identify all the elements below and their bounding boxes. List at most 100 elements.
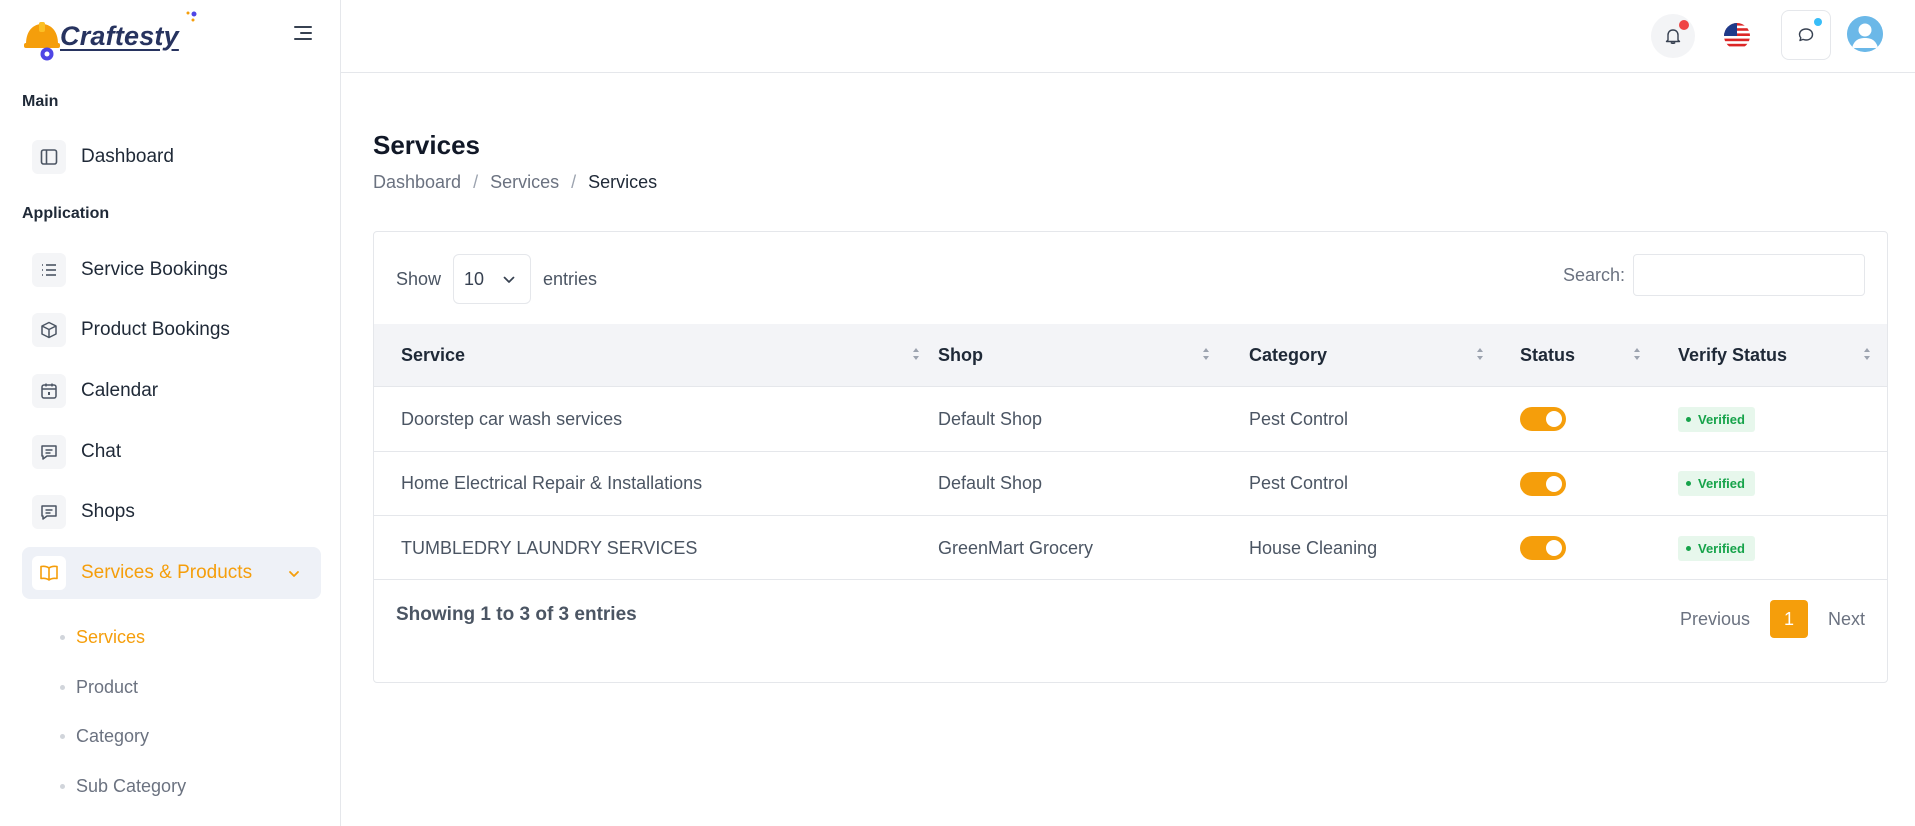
sort-icon [1477,348,1483,360]
search-label: Search: [1562,264,1625,285]
verified-badge: Verified [1678,406,1755,432]
us-flag-icon [1724,23,1750,49]
sidebar-subitem-label: Sub Category [76,776,187,796]
sidebar-subitem-product[interactable]: Product [60,677,138,698]
calendar-icon [32,374,66,408]
page-button-1[interactable]: 1 [1769,600,1808,638]
sidebar-item-dashboard[interactable]: Dashboard [22,131,321,183]
sidebar-item-product-bookings[interactable]: Product Bookings [22,304,321,356]
cell-shop: GreenMart Grocery [938,537,1094,558]
column-header-label: Verify Status [1678,344,1788,365]
sidebar-subitem-sub-category[interactable]: Sub Category [60,776,186,797]
column-header-label: Shop [938,344,983,365]
sidebar-item-label: Service Bookings [81,259,228,280]
page-length-select[interactable]: 10 [453,254,532,304]
cell-verify-status: Verified [1678,516,1755,580]
section-main: Main [22,93,59,110]
sidebar-subitem-label: Product [76,677,139,697]
previous-button[interactable]: Previous [1680,609,1750,630]
pagination: Previous 1 Next [1680,600,1865,638]
sort-icon [1864,348,1870,360]
chevron-down-icon [289,571,299,577]
column-header-label: Category [1249,344,1328,365]
top-header [341,0,1915,73]
sidebar-item-services-products[interactable]: Services & Products [22,547,321,599]
search-input[interactable] [1633,254,1865,296]
column-header-service[interactable]: Service [401,324,921,386]
column-header-label: Service [401,344,466,365]
column-header-verify-status[interactable]: Verify Status [1678,324,1878,386]
user-avatar[interactable] [1847,16,1883,52]
table-row: TUMBLEDRY LAUNDRY SERVICES GreenMart Gro… [374,515,1887,580]
column-header-label: Status [1520,344,1576,365]
table-header: Service Shop Category Status Verify Stat… [374,324,1887,386]
status-toggle[interactable] [1520,407,1566,431]
sort-icon [913,348,919,360]
breadcrumb-services[interactable]: Services [490,172,559,193]
status-toggle[interactable] [1520,536,1566,560]
dot-icon [1686,481,1691,486]
chat-bubble-icon [1798,28,1814,42]
badge-label: Verified [1698,476,1745,491]
sparkle-icon [186,11,197,22]
user-avatar-icon [1847,16,1883,52]
cell-service: Doorstep car wash services [401,408,623,429]
section-application: Application [22,205,110,222]
message-icon [32,495,66,529]
cell-status [1520,452,1566,516]
cell-verify-status: Verified [1678,387,1755,451]
sidebar-subitem-label: Category [76,726,150,746]
brand-name: Craftesty [60,20,179,51]
bell-icon [1665,29,1681,44]
sidebar-item-label: Services & Products [81,562,253,583]
services-table: Service Shop Category Status Verify Stat… [374,324,1887,580]
breadcrumb: Dashboard / Services / Services [373,172,657,193]
sidebar-item-calendar[interactable]: Calendar [22,365,321,417]
message-badge [1814,18,1822,26]
list-icon [32,253,66,287]
next-button[interactable]: Next [1828,609,1865,630]
chevron-down-icon [503,276,515,283]
sort-icon [1634,348,1640,360]
badge-label: Verified [1698,411,1745,427]
cell-category: House Cleaning [1249,537,1378,558]
show-label: Show [396,268,442,289]
language-button[interactable] [1717,16,1757,56]
sort-icon [1203,348,1209,360]
breadcrumb-dashboard[interactable]: Dashboard [373,172,461,193]
table-info: Showing 1 to 3 of 3 entries [396,604,637,625]
column-header-shop[interactable]: Shop [938,324,1238,386]
bullet-icon [60,635,65,640]
search-control: Search: [1563,254,1865,296]
sidebar-item-label: Shops [81,501,135,522]
column-header-status[interactable]: Status [1520,324,1660,386]
sidebar-item-shops[interactable]: Shops [22,486,321,538]
hamburger-icon[interactable] [294,26,312,42]
page-length-value: 10 [464,268,485,289]
verified-badge: Verified [1678,535,1755,561]
messages-button[interactable] [1781,10,1831,60]
message-icon [32,435,66,469]
sidebar-item-label: Dashboard [81,146,174,167]
notification-badge [1679,20,1689,30]
sidebar-subitem-category[interactable]: Category [60,726,149,747]
hardhat-gear-icon [22,18,60,61]
status-toggle[interactable] [1520,471,1566,496]
notifications-button[interactable] [1651,14,1695,58]
cell-verify-status: Verified [1678,452,1755,516]
sidebar-item-chat[interactable]: Chat [22,426,321,478]
breadcrumb-current: Services [588,172,658,192]
sidebar-item-label: Calendar [81,380,159,401]
book-icon [32,556,66,590]
services-table-card: Show 10 entries Search: Service Shop Cat… [373,231,1888,683]
dot-icon [1686,545,1691,551]
logo[interactable]: Craftesty [0,0,340,72]
sidebar-subitem-services[interactable]: Services [60,627,145,648]
sidebar-item-label: Product Bookings [81,319,230,340]
table-row: Doorstep car wash services Default Shop … [374,386,1887,451]
breadcrumb-separator: / [571,172,577,192]
cell-shop: Default Shop [938,473,1043,493]
column-header-category[interactable]: Category [1249,324,1509,386]
cell-service: TUMBLEDRY LAUNDRY SERVICES [401,537,698,558]
sidebar-item-service-bookings[interactable]: Service Bookings [22,244,321,296]
